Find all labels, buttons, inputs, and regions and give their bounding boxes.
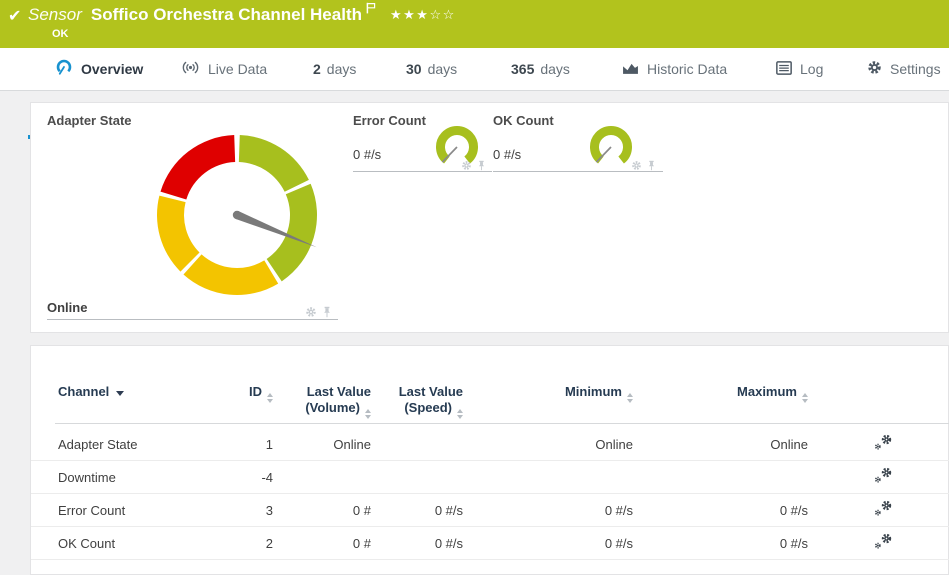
tab-live-data[interactable]: Live Data <box>181 48 267 90</box>
tab-365-days-unit: days <box>540 61 570 77</box>
cell-channel: OK Count <box>58 535 116 551</box>
error-count-gauge-title: Error Count <box>353 113 426 128</box>
ok-count-gauge-title: OK Count <box>493 113 554 128</box>
error-gauge-toolbar <box>461 158 486 176</box>
cell-speed: 0 #/s <box>434 502 463 518</box>
cell-id: -4 <box>261 469 273 485</box>
tab-log-label: Log <box>800 61 824 77</box>
sort-desc-icon <box>116 391 125 396</box>
cell-max: 0 #/s <box>779 535 808 551</box>
sort-icon <box>457 409 463 419</box>
cell-id: 3 <box>265 502 273 518</box>
divider <box>47 319 338 320</box>
tab-30-days-number: 30 <box>406 61 422 77</box>
adapter-state-gauge-title: Adapter State <box>47 113 132 128</box>
cell-max: Online <box>770 436 808 452</box>
cell-max: 0 #/s <box>779 502 808 518</box>
tab-historic-data-label: Historic Data <box>647 61 728 77</box>
cell-id: 1 <box>265 436 273 452</box>
log-list-icon <box>776 60 792 78</box>
ok-count-gauge-value: 0 #/s <box>493 147 522 162</box>
gauge-pin-icon[interactable] <box>322 305 332 323</box>
adapter-gauge-toolbar <box>305 305 332 323</box>
status-ok-check-icon: ✔ <box>8 8 22 25</box>
ok-count-gauge <box>590 126 632 164</box>
cell-volume: 0 # <box>352 535 371 551</box>
sort-icon <box>267 393 273 403</box>
channel-settings-gears-icon[interactable] <box>873 434 893 454</box>
overview-gauges-panel: Adapter State Online Error Count 0 #/s O… <box>30 102 949 333</box>
cell-volume: Online <box>333 436 371 452</box>
gauge-settings-gear-icon[interactable] <box>461 158 472 176</box>
tab-historic-data[interactable]: Historic Data <box>622 48 727 90</box>
adapter-state-gauge-value: Online <box>47 300 88 315</box>
channels-table-header: Channel ID Last Value (Volume) Last Valu… <box>31 384 949 419</box>
tab-overview-label: Overview <box>81 61 144 77</box>
sensor-tab-bar: Overview Live Data 2 days 30 days 365 da… <box>0 48 949 139</box>
sort-icon <box>802 393 808 403</box>
sensor-title: Soffico Orchestra Channel Health <box>90 5 362 24</box>
sensor-status-text: OK <box>52 28 69 40</box>
area-chart-icon <box>622 61 639 78</box>
cell-channel: Downtime <box>58 469 116 485</box>
sensor-header-banner: ✔ Sensor Soffico Orchestra Channel Healt… <box>0 0 949 48</box>
gauge-pin-icon[interactable] <box>477 158 486 176</box>
cell-volume: 0 # <box>352 502 371 518</box>
col-header-id[interactable]: ID <box>233 384 273 418</box>
channel-row-adapter-state[interactable]: Adapter State 1 Online Online Online <box>31 428 949 461</box>
tab-settings[interactable]: Settings <box>867 48 941 90</box>
channel-settings-gears-icon[interactable] <box>873 467 893 487</box>
channels-table-panel: Channel ID Last Value (Volume) Last Valu… <box>30 345 949 575</box>
error-count-gauge-value: 0 #/s <box>353 147 382 162</box>
tab-30-days[interactable]: 30 days <box>406 48 457 90</box>
gauge-pin-icon[interactable] <box>647 158 656 176</box>
col-header-maximum[interactable]: Maximum <box>633 384 808 418</box>
tab-overview[interactable]: Overview <box>55 48 143 90</box>
channels-table-body: Adapter State 1 Online Online Online Downtim… <box>31 428 949 560</box>
col-header-last-value-speed[interactable]: Last Value (Speed) <box>371 384 463 419</box>
tab-2-days-number: 2 <box>313 61 321 77</box>
cell-channel: Adapter State <box>58 436 138 452</box>
cell-min: 0 #/s <box>604 535 633 551</box>
sort-icon <box>627 393 633 403</box>
ok-gauge-toolbar <box>631 158 656 176</box>
channel-row-ok-count[interactable]: OK Count 2 0 # 0 #/s 0 #/s 0 #/s <box>31 527 949 560</box>
tab-live-data-label: Live Data <box>208 61 268 77</box>
col-header-channel[interactable]: Channel <box>58 384 233 418</box>
sensor-kind-label: Sensor <box>28 5 82 24</box>
priority-star-rating[interactable]: ★★★☆☆ <box>390 7 456 23</box>
cell-channel: Error Count <box>58 502 126 518</box>
col-header-last-value-volume[interactable]: Last Value (Volume) <box>273 384 371 419</box>
cell-speed: 0 #/s <box>434 535 463 551</box>
gauge-icon <box>55 59 73 79</box>
gear-icon <box>867 60 882 78</box>
tab-log[interactable]: Log <box>776 48 823 90</box>
gauge-settings-gear-icon[interactable] <box>305 305 317 323</box>
header-divider <box>55 423 949 424</box>
cell-min: Online <box>595 436 633 452</box>
tab-2-days-unit: days <box>326 61 357 77</box>
col-header-minimum[interactable]: Minimum <box>463 384 633 418</box>
channel-settings-gears-icon[interactable] <box>873 500 893 520</box>
tab-settings-label: Settings <box>890 61 941 77</box>
cell-min: 0 #/s <box>604 502 633 518</box>
channel-settings-gears-icon[interactable] <box>873 533 893 553</box>
live-broadcast-icon <box>181 60 200 78</box>
cell-id: 2 <box>265 535 273 551</box>
adapter-state-gauge <box>157 135 317 295</box>
sort-icon <box>365 409 371 419</box>
tab-30-days-unit: days <box>427 61 458 77</box>
tab-365-days[interactable]: 365 days <box>511 48 570 90</box>
gauge-settings-gear-icon[interactable] <box>631 158 642 176</box>
channel-row-downtime[interactable]: Downtime -4 <box>31 461 949 494</box>
tab-2-days[interactable]: 2 days <box>313 48 356 90</box>
channel-row-error-count[interactable]: Error Count 3 0 # 0 #/s 0 #/s 0 #/s <box>31 494 949 527</box>
tab-365-days-number: 365 <box>511 61 535 77</box>
flag-icon[interactable] <box>366 1 376 19</box>
